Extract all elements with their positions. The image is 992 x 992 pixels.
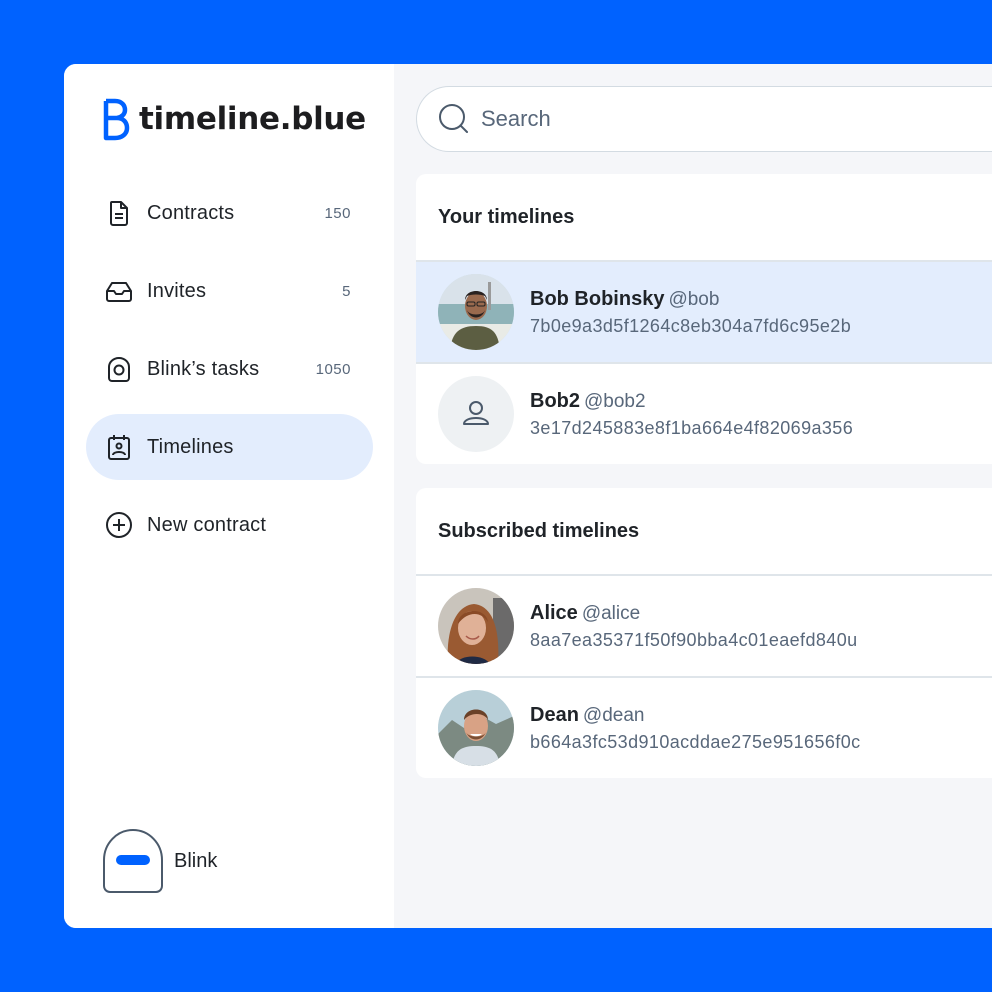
search-input[interactable]	[481, 106, 881, 132]
brand-logo[interactable]: timeline.blue	[102, 97, 366, 141]
timeline-row-bob2[interactable]: Bob2 @bob2 3e17d245883e8f1ba664e4f82069a3…	[416, 364, 992, 464]
timeline-handle: @bob2	[584, 390, 646, 412]
sidebar-item-new-contract[interactable]: New contract	[86, 492, 373, 558]
sidebar-item-label: Invites	[147, 279, 207, 302]
timeline-name: Bob2	[530, 389, 580, 412]
search-icon	[439, 104, 468, 133]
sidebar-item-count: 150	[324, 204, 351, 222]
timeline-row-bob[interactable]: Bob Bobinsky @bob 7b0e9a3d5f1264c8eb304a7…	[416, 262, 992, 364]
avatar	[438, 274, 514, 350]
timeline-row-alice[interactable]: Alice @alice 8aa7ea35371f50f90bba4c01eaef…	[416, 576, 992, 678]
timeline-info: Bob Bobinsky @bob 7b0e9a3d5f1264c8eb304a7…	[530, 288, 851, 337]
sidebar-item-label: Blink’s tasks	[147, 357, 260, 380]
app-window: timeline.blue Contracts 150 Invites 5 Bl…	[64, 64, 992, 928]
subscribed-timelines-card: Subscribed timelines Alice @alice 8aa7ea3…	[416, 488, 992, 778]
brand-name: timeline.blue	[139, 101, 366, 137]
avatar	[438, 588, 514, 664]
sidebar-item-tasks[interactable]: Blink’s tasks 1050	[86, 336, 373, 402]
timeline-handle: @alice	[581, 602, 641, 624]
sidebar-item-count: 1050	[315, 360, 351, 378]
sidebar-nav: Contracts 150 Invites 5 Blink’s tasks 10…	[86, 180, 373, 570]
main-content: Your timelines Bob Bobinsky@bob 7b0e9a3d…	[394, 64, 992, 928]
document-icon	[104, 198, 134, 228]
user-name: Blink	[174, 849, 218, 872]
timeline-hash: b664a3fc53d910acddae275e951656f0c	[530, 731, 861, 752]
section-title: Subscribed timelines	[438, 519, 640, 542]
timeline-info: Alice @alice 8aa7ea35371f50f90bba4c01eaef…	[530, 602, 858, 651]
sidebar-item-count: 5	[342, 282, 351, 300]
timeline-name: Alice	[530, 601, 578, 624]
blink-avatar-icon	[103, 829, 163, 893]
timeline-handle: @dean	[582, 704, 645, 726]
plus-circle-icon	[104, 510, 134, 540]
search-bar[interactable]	[416, 86, 992, 152]
section-title: Your timelines	[438, 205, 575, 228]
timeline-hash: 3e17d245883e8f1ba664e4f82069a356	[530, 417, 854, 438]
timeline-info: Dean @dean b664a3fc53d910acddae275e951656…	[530, 704, 861, 753]
timeline-name: Dean	[530, 703, 579, 726]
sidebar-item-invites[interactable]: Invites 5	[86, 258, 373, 324]
avatar-placeholder	[438, 376, 514, 452]
timeline-row-dean[interactable]: Dean @dean b664a3fc53d910acddae275e951656…	[416, 678, 992, 778]
b-logo-icon	[103, 98, 130, 141]
inbox-icon	[104, 276, 134, 306]
timeline-hash: 8aa7ea35371f50f90bba4c01eaefd840u	[530, 629, 858, 650]
sidebar-item-contracts[interactable]: Contracts 150	[86, 180, 373, 246]
avatar	[438, 690, 514, 766]
sidebar: timeline.blue Contracts 150 Invites 5 Bl…	[64, 64, 394, 928]
user-profile[interactable]: Blink	[102, 828, 217, 894]
calendar-user-icon	[104, 432, 134, 462]
sidebar-item-label: Timelines	[147, 435, 234, 458]
card-header: Your timelines	[416, 174, 992, 262]
timeline-info: Bob2 @bob2 3e17d245883e8f1ba664e4f82069a3…	[530, 390, 853, 439]
timeline-hash: 7b0e9a3d5f1264c8eb304a7fd6c95e2b	[530, 315, 852, 336]
timeline-handle: @bob	[668, 288, 720, 310]
sidebar-item-label: Contracts	[147, 201, 235, 224]
sidebar-item-label: New contract	[147, 513, 267, 536]
your-timelines-card: Your timelines Bob Bobinsky @bob 7b0e9a3d…	[416, 174, 992, 464]
task-icon	[104, 354, 134, 384]
timeline-name: Bob Bobinsky	[530, 287, 665, 310]
sidebar-item-timelines[interactable]: Timelines	[86, 414, 373, 480]
card-header: Subscribed timelines	[416, 488, 992, 576]
